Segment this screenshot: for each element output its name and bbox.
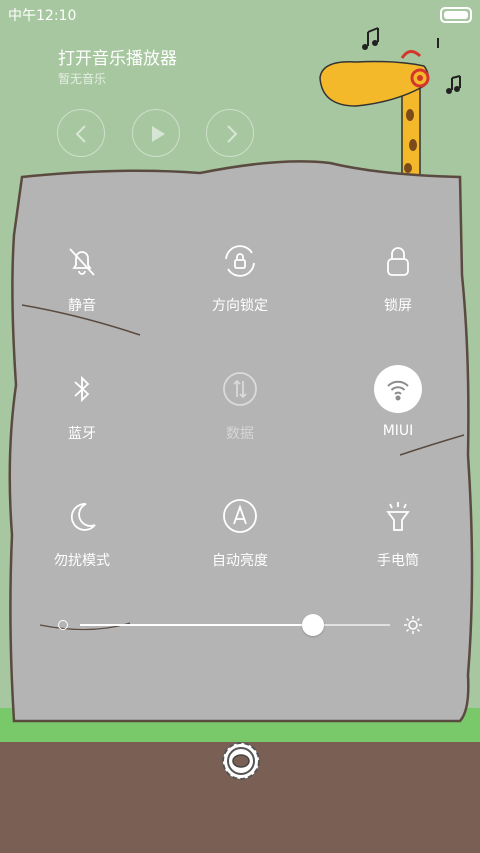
toggle-mobile-data[interactable]: 数据 (180, 365, 300, 443)
brightness-low-icon (58, 620, 68, 630)
toggle-label: 静音 (68, 298, 96, 314)
toggle-label: MIUI (382, 423, 414, 439)
flashlight-icon (386, 502, 410, 531)
toggle-label: 手电筒 (377, 553, 419, 569)
toggle-label: 锁屏 (384, 298, 412, 314)
toggle-lock-screen[interactable]: 锁屏 (338, 237, 458, 315)
toggle-label: 勿扰模式 (54, 553, 110, 569)
brightness-high-icon (404, 616, 422, 634)
toggle-rotation-lock[interactable]: 方向锁定 (180, 237, 300, 315)
wifi-icon (387, 380, 409, 401)
play-icon (152, 126, 165, 142)
settings-gear-icon[interactable] (218, 738, 264, 784)
toggle-bluetooth[interactable]: 蓝牙 (22, 365, 142, 443)
brightness-track[interactable] (80, 614, 390, 636)
music-player-subtitle: 暂无音乐 (58, 72, 107, 86)
rotation-lock-icon (225, 245, 255, 277)
toggle-label: 蓝牙 (68, 426, 96, 442)
toggle-flashlight[interactable]: 手电筒 (338, 492, 458, 570)
play-button[interactable] (132, 109, 180, 157)
lock-icon (387, 247, 409, 276)
brightness-slider[interactable] (56, 612, 426, 638)
music-player-title[interactable]: 打开音乐播放器 (58, 44, 177, 69)
bell-off-icon (69, 248, 95, 276)
moon-icon (70, 503, 96, 531)
toggle-label: 自动亮度 (212, 553, 268, 569)
status-time: 中午12:10 (8, 8, 77, 24)
next-icon (227, 125, 238, 143)
toggle-do-not-disturb[interactable]: 勿扰模式 (22, 492, 142, 570)
data-arrows-icon (223, 372, 257, 406)
brightness-fill (80, 624, 313, 626)
toggle-wifi[interactable]: MIUI (338, 365, 458, 439)
bluetooth-icon (74, 375, 90, 403)
previous-button[interactable] (57, 109, 105, 157)
auto-brightness-icon (223, 499, 257, 533)
next-button[interactable] (206, 109, 254, 157)
toggle-mute[interactable]: 静音 (22, 237, 142, 315)
brightness-thumb[interactable] (302, 614, 324, 636)
previous-icon (75, 125, 86, 143)
toggle-label: 数据 (226, 426, 254, 442)
toggle-auto-brightness[interactable]: 自动亮度 (180, 492, 300, 570)
toggle-label: 方向锁定 (212, 298, 268, 314)
